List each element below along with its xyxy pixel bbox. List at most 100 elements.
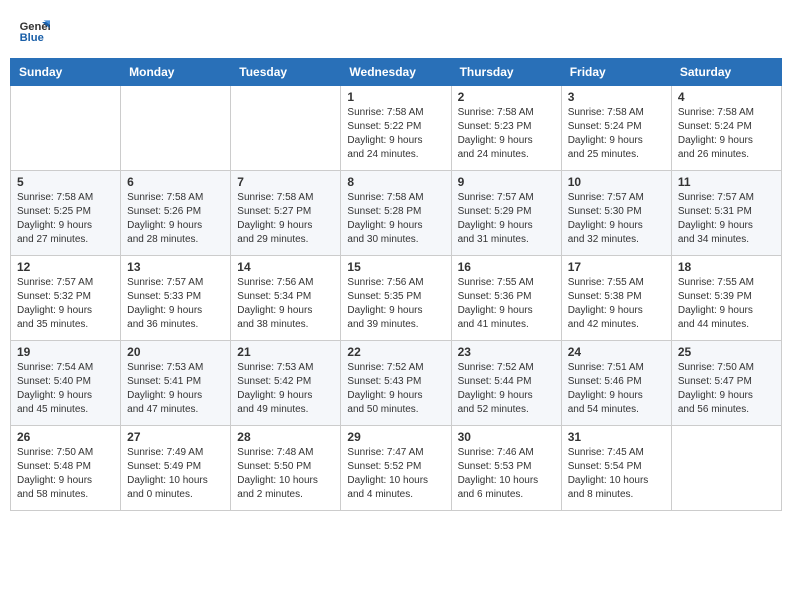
calendar-week-row: 5 Sunrise: 7:58 AM Sunset: 5:25 PM Daylig… [11, 171, 782, 256]
day-number: 14 [237, 260, 334, 274]
calendar-cell: 22 Sunrise: 7:52 AM Sunset: 5:43 PM Dayli… [341, 341, 451, 426]
day-info: Sunrise: 7:55 AM Sunset: 5:39 PM Dayligh… [678, 276, 775, 332]
calendar-cell: 5 Sunrise: 7:58 AM Sunset: 5:25 PM Daylig… [11, 171, 121, 256]
day-info: Sunrise: 7:56 AM Sunset: 5:35 PM Dayligh… [347, 276, 444, 332]
day-info: Sunrise: 7:56 AM Sunset: 5:34 PM Dayligh… [237, 276, 334, 332]
calendar-cell: 12 Sunrise: 7:57 AM Sunset: 5:32 PM Dayli… [11, 256, 121, 341]
calendar-cell: 14 Sunrise: 7:56 AM Sunset: 5:34 PM Dayli… [231, 256, 341, 341]
calendar-cell: 17 Sunrise: 7:55 AM Sunset: 5:38 PM Dayli… [561, 256, 671, 341]
calendar-cell [121, 86, 231, 171]
calendar-cell [671, 426, 781, 511]
calendar-cell: 19 Sunrise: 7:54 AM Sunset: 5:40 PM Dayli… [11, 341, 121, 426]
day-info: Sunrise: 7:47 AM Sunset: 5:52 PM Dayligh… [347, 446, 444, 502]
calendar-cell: 11 Sunrise: 7:57 AM Sunset: 5:31 PM Dayli… [671, 171, 781, 256]
day-info: Sunrise: 7:54 AM Sunset: 5:40 PM Dayligh… [17, 361, 114, 417]
page-header: General Blue [10, 10, 782, 50]
svg-text:Blue: Blue [20, 32, 44, 44]
day-number: 26 [17, 430, 114, 444]
day-info: Sunrise: 7:46 AM Sunset: 5:53 PM Dayligh… [458, 446, 555, 502]
day-number: 16 [458, 260, 555, 274]
day-info: Sunrise: 7:51 AM Sunset: 5:46 PM Dayligh… [568, 361, 665, 417]
calendar-week-row: 12 Sunrise: 7:57 AM Sunset: 5:32 PM Dayli… [11, 256, 782, 341]
calendar-cell: 13Sunrise: 7:57 AM Sunset: 5:33 PM Dayli… [121, 256, 231, 341]
day-info: Sunrise: 7:49 AM Sunset: 5:49 PM Dayligh… [127, 446, 224, 502]
calendar-cell: 6Sunrise: 7:58 AM Sunset: 5:26 PM Daylig… [121, 171, 231, 256]
weekday-header: Thursday [451, 59, 561, 86]
day-number: 21 [237, 345, 334, 359]
calendar-cell: 3 Sunrise: 7:58 AM Sunset: 5:24 PM Daylig… [561, 86, 671, 171]
day-info: Sunrise: 7:58 AM Sunset: 5:23 PM Dayligh… [458, 106, 555, 162]
day-info: Sunrise: 7:50 AM Sunset: 5:47 PM Dayligh… [678, 361, 775, 417]
calendar-cell: 24 Sunrise: 7:51 AM Sunset: 5:46 PM Dayli… [561, 341, 671, 426]
logo-icon: General Blue [18, 14, 50, 46]
day-number: 10 [568, 175, 665, 189]
day-number: 8 [347, 175, 444, 189]
calendar-cell: 2 Sunrise: 7:58 AM Sunset: 5:23 PM Daylig… [451, 86, 561, 171]
day-info: Sunrise: 7:58 AM Sunset: 5:26 PM Dayligh… [127, 191, 224, 247]
calendar-cell: 16Sunrise: 7:55 AM Sunset: 5:36 PM Dayli… [451, 256, 561, 341]
day-number: 27 [127, 430, 224, 444]
day-info: Sunrise: 7:52 AM Sunset: 5:43 PM Dayligh… [347, 361, 444, 417]
calendar-cell: 18 Sunrise: 7:55 AM Sunset: 5:39 PM Dayli… [671, 256, 781, 341]
day-number: 22 [347, 345, 444, 359]
day-number: 19 [17, 345, 114, 359]
calendar-header-row: SundayMondayTuesdayWednesdayThursdayFrid… [11, 59, 782, 86]
calendar-cell: 20 Sunrise: 7:53 AM Sunset: 5:41 PM Dayli… [121, 341, 231, 426]
day-number: 17 [568, 260, 665, 274]
calendar-cell: 15Sunrise: 7:56 AM Sunset: 5:35 PM Dayli… [341, 256, 451, 341]
day-info: Sunrise: 7:53 AM Sunset: 5:42 PM Dayligh… [237, 361, 334, 417]
day-info: Sunrise: 7:58 AM Sunset: 5:22 PM Dayligh… [347, 106, 444, 162]
day-number: 1 [347, 90, 444, 104]
day-info: Sunrise: 7:53 AM Sunset: 5:41 PM Dayligh… [127, 361, 224, 417]
day-number: 28 [237, 430, 334, 444]
weekday-header: Tuesday [231, 59, 341, 86]
day-number: 2 [458, 90, 555, 104]
calendar-cell: 27 Sunrise: 7:49 AM Sunset: 5:49 PM Dayli… [121, 426, 231, 511]
day-number: 30 [458, 430, 555, 444]
day-info: Sunrise: 7:58 AM Sunset: 5:24 PM Dayligh… [568, 106, 665, 162]
day-number: 24 [568, 345, 665, 359]
day-info: Sunrise: 7:57 AM Sunset: 5:32 PM Dayligh… [17, 276, 114, 332]
day-info: Sunrise: 7:55 AM Sunset: 5:38 PM Dayligh… [568, 276, 665, 332]
calendar-cell: 21 Sunrise: 7:53 AM Sunset: 5:42 PM Dayli… [231, 341, 341, 426]
weekday-header: Saturday [671, 59, 781, 86]
day-number: 9 [458, 175, 555, 189]
weekday-header: Wednesday [341, 59, 451, 86]
calendar-cell: 26 Sunrise: 7:50 AM Sunset: 5:48 PM Dayli… [11, 426, 121, 511]
day-info: Sunrise: 7:58 AM Sunset: 5:25 PM Dayligh… [17, 191, 114, 247]
day-number: 23 [458, 345, 555, 359]
calendar-cell: 4Sunrise: 7:58 AM Sunset: 5:24 PM Daylig… [671, 86, 781, 171]
day-number: 25 [678, 345, 775, 359]
calendar-cell: 31Sunrise: 7:45 AM Sunset: 5:54 PM Dayli… [561, 426, 671, 511]
day-info: Sunrise: 7:58 AM Sunset: 5:27 PM Dayligh… [237, 191, 334, 247]
day-number: 5 [17, 175, 114, 189]
calendar-cell: 28Sunrise: 7:48 AM Sunset: 5:50 PM Dayli… [231, 426, 341, 511]
calendar-table: SundayMondayTuesdayWednesdayThursdayFrid… [10, 58, 782, 511]
day-number: 4 [678, 90, 775, 104]
day-info: Sunrise: 7:57 AM Sunset: 5:30 PM Dayligh… [568, 191, 665, 247]
calendar-cell: 1 Sunrise: 7:58 AM Sunset: 5:22 PM Daylig… [341, 86, 451, 171]
day-info: Sunrise: 7:57 AM Sunset: 5:31 PM Dayligh… [678, 191, 775, 247]
calendar-cell: 29Sunrise: 7:47 AM Sunset: 5:52 PM Dayli… [341, 426, 451, 511]
calendar-cell: 25 Sunrise: 7:50 AM Sunset: 5:47 PM Dayli… [671, 341, 781, 426]
weekday-header: Friday [561, 59, 671, 86]
calendar-cell: 10 Sunrise: 7:57 AM Sunset: 5:30 PM Dayli… [561, 171, 671, 256]
day-number: 18 [678, 260, 775, 274]
day-number: 11 [678, 175, 775, 189]
day-info: Sunrise: 7:57 AM Sunset: 5:33 PM Dayligh… [127, 276, 224, 332]
day-info: Sunrise: 7:50 AM Sunset: 5:48 PM Dayligh… [17, 446, 114, 502]
day-info: Sunrise: 7:58 AM Sunset: 5:28 PM Dayligh… [347, 191, 444, 247]
calendar-week-row: 19 Sunrise: 7:54 AM Sunset: 5:40 PM Dayli… [11, 341, 782, 426]
day-number: 12 [17, 260, 114, 274]
calendar-week-row: 26 Sunrise: 7:50 AM Sunset: 5:48 PM Dayli… [11, 426, 782, 511]
day-number: 20 [127, 345, 224, 359]
day-info: Sunrise: 7:52 AM Sunset: 5:44 PM Dayligh… [458, 361, 555, 417]
day-number: 3 [568, 90, 665, 104]
day-number: 31 [568, 430, 665, 444]
calendar-cell [11, 86, 121, 171]
weekday-header: Sunday [11, 59, 121, 86]
logo: General Blue [18, 14, 54, 46]
calendar-cell: 23 Sunrise: 7:52 AM Sunset: 5:44 PM Dayli… [451, 341, 561, 426]
calendar-cell: 9Sunrise: 7:57 AM Sunset: 5:29 PM Daylig… [451, 171, 561, 256]
calendar-cell: 30 Sunrise: 7:46 AM Sunset: 5:53 PM Dayli… [451, 426, 561, 511]
